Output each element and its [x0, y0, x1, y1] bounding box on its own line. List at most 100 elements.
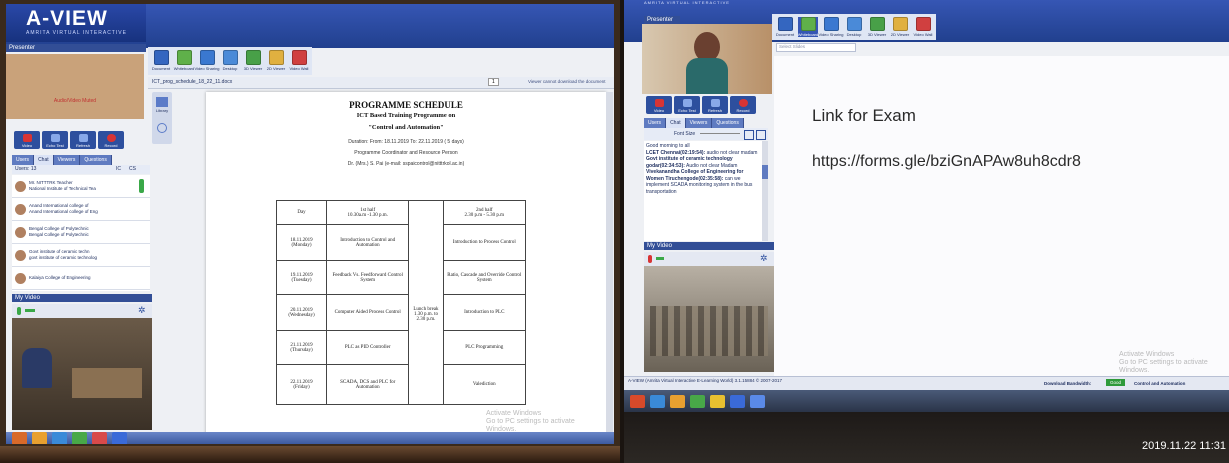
slide-selector[interactable]: Select Slides [776, 43, 856, 52]
whiteboard-icon [176, 50, 192, 65]
presenter-panel-title: Presenter [6, 44, 146, 52]
app-icon[interactable] [690, 394, 705, 408]
users-header: Users: 13 IC CS [12, 165, 150, 174]
app-icon[interactable] [730, 394, 745, 408]
list-item[interactable]: Bengal College of Polytechnic Bengal Coll… [12, 221, 150, 244]
browser-icon[interactable] [650, 394, 665, 408]
document-tool-button[interactable]: Document [151, 50, 171, 72]
page-number-field[interactable]: 1 [488, 78, 499, 86]
video-wall-tool-button[interactable]: Video Wall [913, 17, 933, 37]
library-side-panel: Library [152, 92, 172, 144]
desktop-tool-button[interactable]: Desktop [220, 50, 240, 72]
camera-icon [654, 99, 664, 107]
list-item[interactable]: Govt institute of ceramic techn govt inst… [12, 244, 150, 267]
document-icon [153, 50, 169, 65]
video-sharing-icon [199, 50, 215, 65]
record-button[interactable]: Record [98, 131, 124, 149]
start-icon[interactable] [12, 431, 27, 444]
list-item[interactable]: Mr. NITTTRK Teacher National Institute of… [12, 175, 150, 198]
whiteboard-tool-button[interactable]: Whiteboard [798, 17, 818, 37]
tab-users[interactable]: Users [644, 118, 667, 128]
microphone-icon[interactable] [17, 307, 21, 315]
2d-viewer-tool-button[interactable]: 2D Viewer [890, 17, 910, 37]
session-controls: Video Echo Test Refresh Record [14, 131, 124, 149]
video-wall-icon [291, 50, 307, 65]
tab-questions[interactable]: Questions [80, 155, 112, 165]
app-icon[interactable] [92, 431, 107, 444]
microphone-icon[interactable] [648, 255, 652, 263]
image-icon [268, 50, 284, 65]
bandwidth-badge: Good [1106, 379, 1126, 386]
presenter-status: Audio/Video Muted [53, 98, 97, 104]
video-button[interactable]: Video [14, 131, 40, 149]
echo-test-button[interactable]: Echo Test [674, 96, 700, 114]
tab-questions[interactable]: Questions [712, 118, 744, 128]
font-size-slider[interactable] [700, 133, 740, 134]
whiteboard-tool-button[interactable]: Whiteboard [174, 50, 194, 72]
avatar [15, 226, 26, 238]
chat-scrollbar[interactable] [762, 141, 768, 241]
users-list: Mr. NITTTRK Teacher National Institute of… [12, 175, 150, 291]
video-button[interactable]: Video [646, 96, 672, 114]
refresh-button[interactable]: Refresh [70, 131, 96, 149]
library-icon[interactable] [156, 97, 168, 107]
document-icon [777, 17, 793, 31]
app-icon[interactable] [72, 431, 87, 444]
version-text: A-VIEW (Amrita Virtual Interactive E-Lea… [628, 378, 782, 383]
schedule-row: 21.11.2019 (Thursday) PLC as PID Control… [275, 330, 527, 365]
tab-chat[interactable]: Chat [666, 118, 686, 128]
video-wall-icon [915, 17, 931, 31]
download-bandwidth-label: Download Bandwidth: [1044, 381, 1092, 386]
app-icon[interactable] [112, 431, 127, 444]
whiteboard-canvas[interactable]: Link for Exam https://forms.gle/bziGnAPA… [774, 56, 1229, 376]
video-sharing-tool-button[interactable]: Video Sharing [194, 50, 220, 72]
refresh-small-icon[interactable] [157, 123, 167, 133]
whiteboard-icon [800, 17, 816, 31]
volume-level-icon [25, 309, 35, 312]
list-item[interactable]: Anand International college of Anand Inte… [12, 198, 150, 221]
save-icon[interactable] [744, 130, 754, 140]
tab-viewers[interactable]: Viewers [53, 155, 81, 165]
tab-chat[interactable]: Chat [34, 155, 54, 165]
monitor-bezel [0, 446, 620, 463]
my-video-controls: ✲ [12, 304, 152, 318]
chrome-icon[interactable] [710, 394, 725, 408]
main-toolbar: Document Whiteboard Video Sharing Deskto… [148, 47, 312, 75]
doc-duration: Duration: From: 18.11.2019 To: 22.11.201… [348, 139, 464, 145]
expand-icon[interactable] [756, 130, 766, 140]
video-sharing-tool-button[interactable]: Video Sharing [818, 17, 844, 37]
microphone-icon [682, 99, 692, 107]
2d-viewer-tool-button[interactable]: 2D Viewer [266, 50, 286, 72]
settings-icon[interactable]: ✲ [760, 253, 768, 264]
start-icon[interactable] [630, 394, 645, 408]
document-tool-button[interactable]: Document [775, 17, 795, 37]
whiteboard-link: https://forms.gle/bziGnAPAw8uh8cdr8 [812, 153, 1081, 170]
echo-test-button[interactable]: Echo Test [42, 131, 68, 149]
presenter-video: Audio/Video Muted [6, 54, 144, 119]
photo-right: AMRITA VIRTUAL INTERACTIVE Presenter Doc… [624, 0, 1229, 463]
chat-font-bar: Font Size [644, 128, 768, 140]
activate-windows-watermark: Activate Windows Go to PC settings to ac… [1119, 351, 1208, 374]
explorer-icon[interactable] [32, 431, 47, 444]
chat-message: Vivekanandha College of Engineering for … [646, 169, 753, 195]
side-tabs: Users Chat Viewers Questions [12, 155, 112, 165]
tab-viewers[interactable]: Viewers [685, 118, 713, 128]
settings-icon[interactable]: ✲ [138, 305, 146, 316]
course-name: Control and Automation [1134, 381, 1186, 386]
refresh-button[interactable]: Refresh [702, 96, 728, 114]
right-screen: AMRITA VIRTUAL INTERACTIVE Presenter Doc… [624, 0, 1229, 390]
browser-icon[interactable] [52, 431, 67, 444]
video-wall-tool-button[interactable]: Video Wall [289, 50, 309, 72]
list-item[interactable]: Kalaiya College of Engineering [12, 267, 150, 290]
3d-viewer-tool-button[interactable]: 3D Viewer [243, 50, 263, 72]
tab-users[interactable]: Users [12, 155, 35, 165]
doc-subtitle: ICT Based Training Programme on [356, 112, 456, 119]
explorer-icon[interactable] [670, 394, 685, 408]
document-scrollbar[interactable] [606, 92, 613, 440]
app-icon[interactable] [750, 394, 765, 408]
record-button[interactable]: Record [730, 96, 756, 114]
cube-icon [245, 50, 261, 65]
lunch-break-cell: Lunch break 1.30 p.m. to 2.30 p.m. [408, 224, 444, 405]
desktop-tool-button[interactable]: Desktop [844, 17, 864, 37]
3d-viewer-tool-button[interactable]: 3D Viewer [867, 17, 887, 37]
